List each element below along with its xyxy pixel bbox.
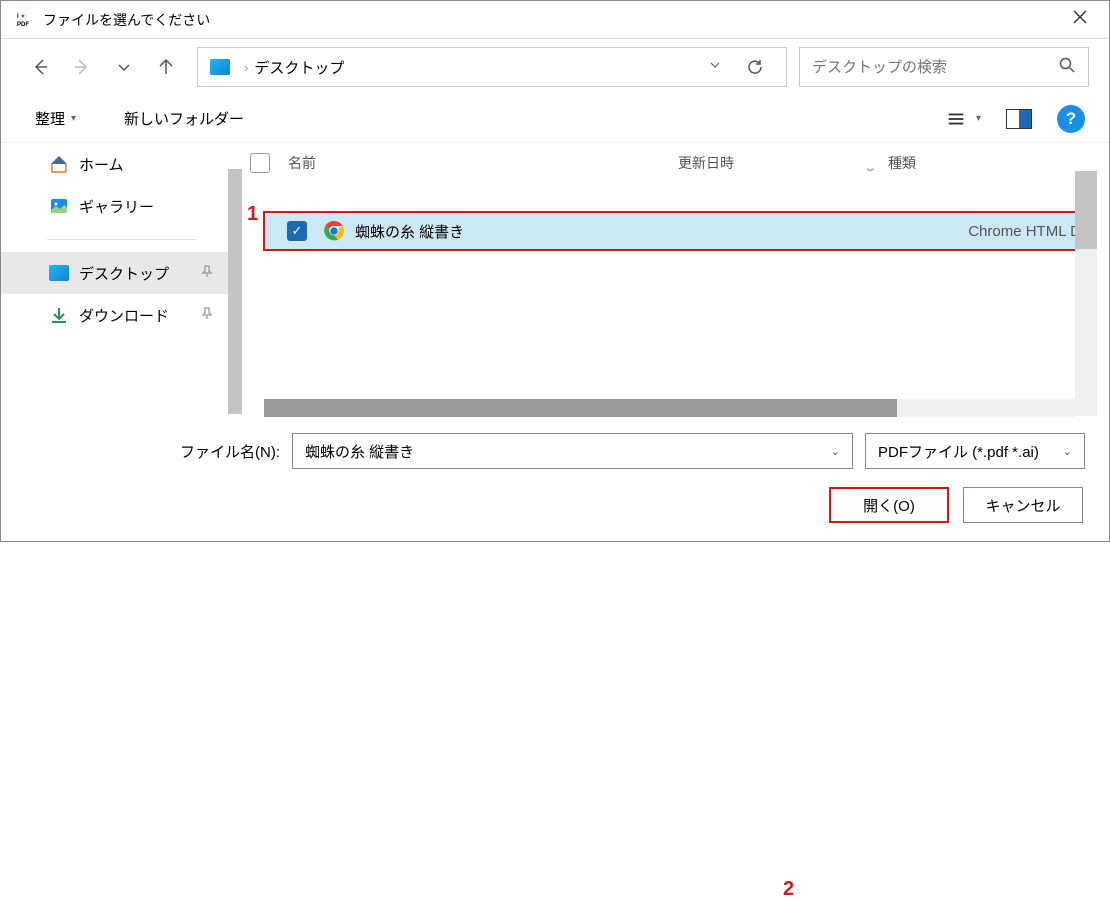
- file-checkbox[interactable]: ✓: [287, 221, 307, 241]
- close-button[interactable]: [1059, 4, 1101, 35]
- main-area: ホーム ギャラリー デスクトップ ダウンロード: [1, 143, 1109, 398]
- filename-label: ファイル名(N):: [180, 441, 280, 462]
- list-header: 名前 更新日時 ⌄ 種類: [228, 143, 1109, 183]
- gallery-icon: [49, 195, 71, 217]
- titlebar: I♥ PDF ファイルを選んでください: [1, 1, 1109, 39]
- chevron-down-icon: ▾: [71, 113, 76, 124]
- pin-icon: [200, 264, 214, 282]
- chevron-down-icon[interactable]: ⌄: [1063, 445, 1072, 458]
- pdf-app-icon: I♥ PDF: [17, 11, 35, 29]
- desktop-icon: [210, 57, 238, 77]
- chrome-icon: [323, 220, 345, 242]
- column-header-type[interactable]: 種類: [888, 153, 916, 173]
- chevron-down-icon[interactable]: [708, 58, 722, 77]
- pin-icon: [200, 306, 214, 324]
- help-button[interactable]: ?: [1057, 105, 1085, 133]
- sidebar: ホーム ギャラリー デスクトップ ダウンロード: [1, 143, 228, 398]
- file-row-highlight: ✓ 蜘蛛の糸 縦書き Chrome HTML D: [263, 211, 1097, 251]
- svg-text:PDF: PDF: [17, 22, 29, 28]
- new-folder-button[interactable]: 新しいフォルダー: [114, 102, 254, 135]
- sidebar-divider: [47, 239, 196, 240]
- preview-pane-button[interactable]: [999, 99, 1039, 139]
- annotation-2: 2: [783, 878, 794, 901]
- recent-locations-button[interactable]: [105, 48, 143, 86]
- sidebar-item-label: ダウンロード: [79, 305, 169, 326]
- navbar: › デスクトップ: [1, 39, 1109, 95]
- cancel-button[interactable]: キャンセル: [963, 487, 1083, 523]
- address-bar[interactable]: › デスクトップ: [197, 47, 787, 87]
- filetype-select[interactable]: PDFファイル (*.pdf *.ai) ⌄: [865, 433, 1085, 469]
- vertical-scrollbar-left[interactable]: [228, 169, 242, 414]
- sidebar-item-home[interactable]: ホーム: [1, 143, 228, 185]
- filename-input[interactable]: 蜘蛛の糸 縦書き ⌄: [292, 433, 853, 469]
- back-button[interactable]: [21, 48, 59, 86]
- svg-text:♥: ♥: [21, 14, 25, 20]
- sidebar-item-label: ホーム: [79, 154, 124, 175]
- vertical-scrollbar[interactable]: [1075, 171, 1097, 416]
- column-header-date[interactable]: 更新日時 ⌄: [678, 153, 868, 173]
- toolbar: 整理 ▾ 新しいフォルダー ▾ ?: [1, 95, 1109, 143]
- select-all-checkbox[interactable]: [250, 153, 270, 173]
- sidebar-item-gallery[interactable]: ギャラリー: [1, 185, 228, 227]
- search-input[interactable]: [812, 59, 1058, 76]
- download-icon: [49, 304, 71, 326]
- search-box[interactable]: [799, 47, 1089, 87]
- home-icon: [49, 153, 71, 175]
- window-title: ファイルを選んでください: [43, 10, 1059, 30]
- file-list: 名前 更新日時 ⌄ 種類: [228, 143, 1109, 398]
- chevron-down-icon[interactable]: ▾: [976, 113, 981, 124]
- breadcrumb-current: デスクトップ: [254, 57, 708, 78]
- desktop-icon: [49, 262, 71, 284]
- sidebar-item-desktop[interactable]: デスクトップ: [1, 252, 228, 294]
- svg-text:I: I: [17, 14, 19, 20]
- breadcrumb-separator-icon: ›: [244, 60, 248, 75]
- sort-indicator-icon: ⌄: [862, 163, 877, 174]
- organize-button[interactable]: 整理 ▾: [25, 102, 86, 135]
- sidebar-item-label: ギャラリー: [79, 196, 154, 217]
- refresh-button[interactable]: [736, 48, 774, 86]
- sidebar-item-downloads[interactable]: ダウンロード: [1, 294, 228, 336]
- chevron-down-icon[interactable]: ⌄: [831, 445, 840, 458]
- column-header-name[interactable]: 名前: [288, 153, 678, 173]
- bottom-bar: ファイル名(N): 蜘蛛の糸 縦書き ⌄ PDFファイル (*.pdf *.ai…: [1, 415, 1109, 541]
- up-button[interactable]: [147, 48, 185, 86]
- forward-button[interactable]: [63, 48, 101, 86]
- annotation-1: 1: [247, 203, 258, 226]
- sidebar-item-label: デスクトップ: [79, 263, 169, 284]
- open-button[interactable]: 開く(O): [829, 487, 949, 523]
- file-row[interactable]: ✓ 蜘蛛の糸 縦書き Chrome HTML D: [265, 213, 1095, 249]
- file-name: 蜘蛛の糸 縦書き: [355, 221, 733, 242]
- view-mode-button[interactable]: [936, 99, 976, 139]
- search-icon[interactable]: [1058, 56, 1076, 79]
- file-type: Chrome HTML D: [968, 223, 1081, 240]
